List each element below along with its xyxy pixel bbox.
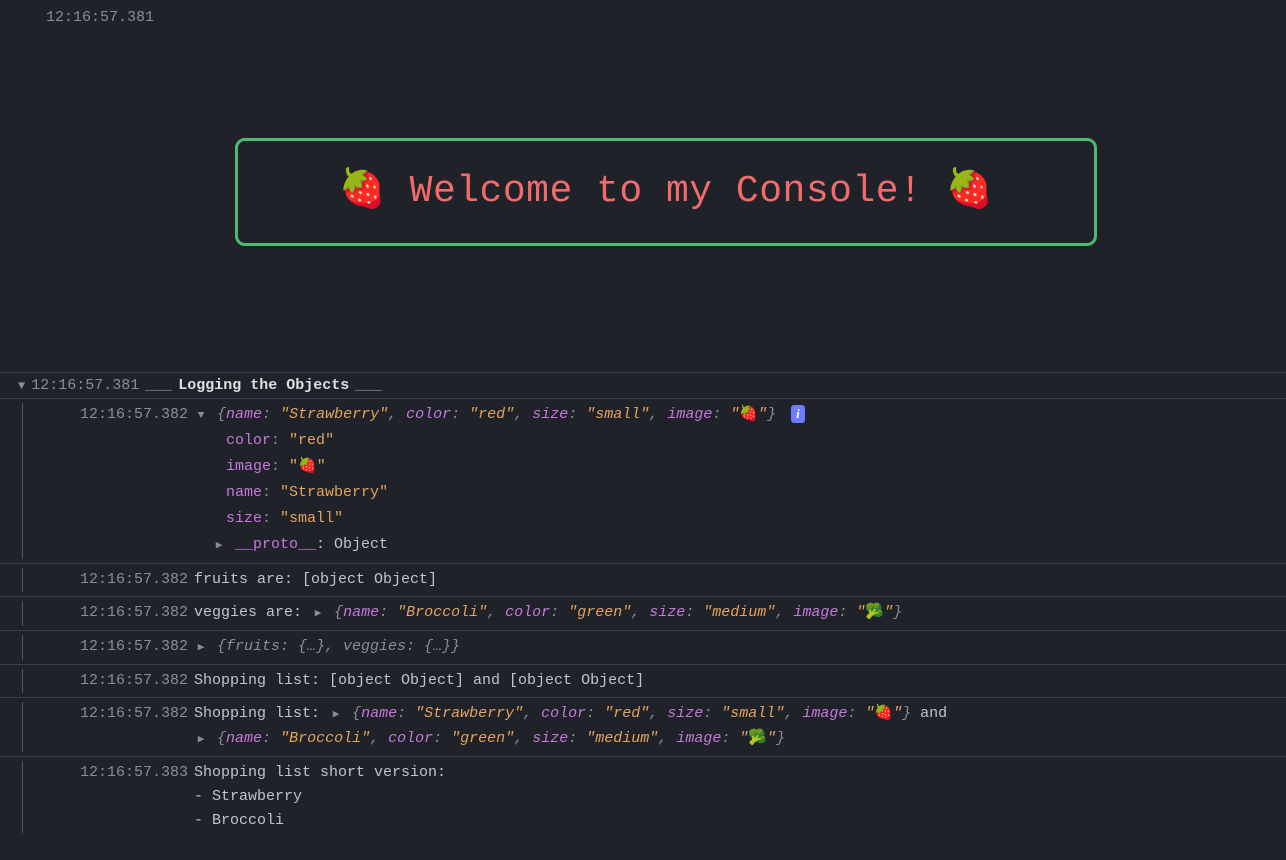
console-group-header[interactable]: ▼ 12:16:57.381 ___ Logging the Objects _…	[0, 373, 1286, 399]
log-content: Shopping list: [object Object] and [obje…	[194, 669, 1286, 693]
log-content: ▶ {fruits: {…}, veggies: {…}}	[194, 635, 1286, 660]
log-timestamp: 12:16:57.382	[48, 669, 194, 693]
log-row: 12:16:57.382 ▶ {fruits: {…}, veggies: {……	[0, 631, 1286, 665]
log-row-object-expanded: 12:16:57.382 ▼ {name: "Strawberry", colo…	[0, 399, 1286, 564]
log-timestamp: 12:16:57.382	[48, 403, 194, 559]
object-summary[interactable]: {name: "Strawberry", color: "red", size:…	[217, 406, 785, 423]
object-summary[interactable]: {name: "Broccoli", color: "green", size:…	[334, 604, 902, 621]
disclosure-triangle-down-icon[interactable]: ▼	[18, 379, 25, 393]
console-banner-row: 12:16:57.381 🍓 Welcome to my Console! 🍓	[0, 0, 1286, 373]
disclosure-triangle-down-icon[interactable]: ▼	[194, 404, 208, 428]
welcome-banner: 🍓 Welcome to my Console! 🍓	[235, 138, 1097, 246]
log-row: 12:16:57.382 veggies are: ▶ {name: "Broc…	[0, 597, 1286, 631]
info-badge-icon[interactable]: i	[791, 405, 805, 423]
group-timestamp: 12:16:57.381	[31, 377, 139, 394]
object-prop: name: "Strawberry"	[194, 480, 1278, 506]
log-timestamp: 12:16:57.382	[48, 635, 194, 660]
object-summary[interactable]: {fruits: {…}, veggies: {…}}	[217, 638, 460, 655]
log-timestamp: 12:16:57.382	[48, 568, 194, 592]
object-prop: image: "🍓"	[194, 454, 1278, 480]
object-prop: color: "red"	[194, 428, 1278, 454]
disclosure-triangle-right-icon[interactable]: ▶	[212, 533, 226, 559]
log-row: 12:16:57.382 Shopping list: [object Obje…	[0, 665, 1286, 698]
log-timestamp: 12:16:57.382	[48, 601, 194, 626]
object-proto[interactable]: ▶ __proto__: Object	[194, 532, 1278, 559]
disclosure-triangle-right-icon[interactable]: ▶	[194, 728, 208, 752]
disclosure-triangle-right-icon[interactable]: ▶	[311, 602, 325, 626]
disclosure-triangle-right-icon[interactable]: ▶	[194, 636, 208, 660]
group-title: Logging the Objects	[178, 377, 349, 394]
log-content: fruits are: [object Object]	[194, 568, 1286, 592]
log-timestamp: 12:16:57.382	[48, 702, 194, 752]
object-summary[interactable]: {name: "Strawberry", color: "red", size:…	[352, 705, 920, 722]
banner-timestamp: 12:16:57.381	[46, 8, 1286, 28]
group-rule-left: ___	[145, 377, 172, 394]
log-content: veggies are: ▶ {name: "Broccoli", color:…	[194, 601, 1286, 626]
group-rule-right: ___	[355, 377, 382, 394]
object-prop: size: "small"	[194, 506, 1278, 532]
log-row: 12:16:57.382 Shopping list: ▶ {name: "St…	[0, 698, 1286, 757]
log-row: 12:16:57.382 fruits are: [object Object]	[0, 564, 1286, 597]
log-content: Shopping list: ▶ {name: "Strawberry", co…	[194, 702, 1286, 752]
log-timestamp: 12:16:57.383	[48, 761, 194, 833]
log-content: ▼ {name: "Strawberry", color: "red", siz…	[194, 403, 1286, 559]
log-row: 12:16:57.383 Shopping list short version…	[0, 757, 1286, 837]
log-content: Shopping list short version: - Strawberr…	[194, 761, 1286, 833]
object-summary[interactable]: {name: "Broccoli", color: "green", size:…	[217, 730, 785, 747]
disclosure-triangle-right-icon[interactable]: ▶	[329, 703, 343, 727]
